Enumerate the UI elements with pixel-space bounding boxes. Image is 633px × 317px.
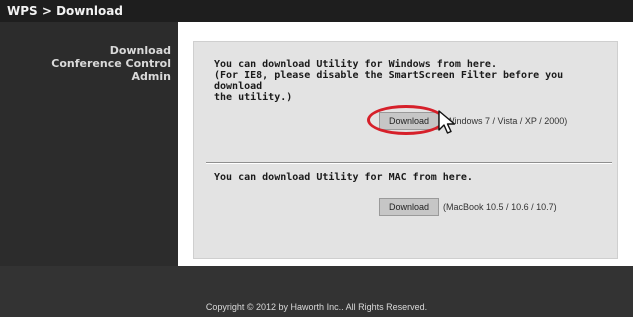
main-content: You can download Utility for Windows fro… (178, 22, 633, 266)
mouse-pointer-icon (438, 110, 456, 134)
download-panel: You can download Utility for Windows fro… (193, 41, 618, 259)
sidebar-item-download[interactable]: Download (0, 44, 178, 57)
header-bar: WPS > Download (0, 0, 633, 22)
mac-message: You can download Utility for MAC from he… (214, 172, 473, 183)
windows-message-line: the utility.) (214, 92, 293, 103)
sidebar: Download Conference Control Admin (0, 22, 178, 266)
windows-message: You can download Utility for Windows fro… (214, 59, 609, 103)
mac-download-row: Download (MacBook 10.5 / 10.6 / 10.7) (379, 198, 557, 216)
mac-download-button[interactable]: Download (379, 198, 440, 216)
windows-message-line: (For IE8, please disable the SmartScreen… (214, 70, 564, 92)
mac-os-note: (MacBook 10.5 / 10.6 / 10.7) (443, 202, 557, 212)
page-title: WPS > Download (7, 4, 123, 18)
section-divider (206, 162, 612, 164)
copyright-text: Copyright © 2012 by Haworth Inc.. All Ri… (205, 302, 428, 312)
windows-os-note: (Windows 7 / Vista / XP / 2000) (443, 116, 568, 126)
footer: Copyright © 2012 by Haworth Inc.. All Ri… (0, 266, 633, 317)
windows-message-line: You can download Utility for Windows fro… (214, 59, 497, 70)
sidebar-item-conference-control[interactable]: Conference Control (0, 57, 178, 70)
highlight-circle (367, 105, 445, 135)
windows-download-row: Download (Windows 7 / Vista / XP / 2000) (367, 105, 568, 135)
sidebar-item-admin[interactable]: Admin (0, 70, 178, 83)
